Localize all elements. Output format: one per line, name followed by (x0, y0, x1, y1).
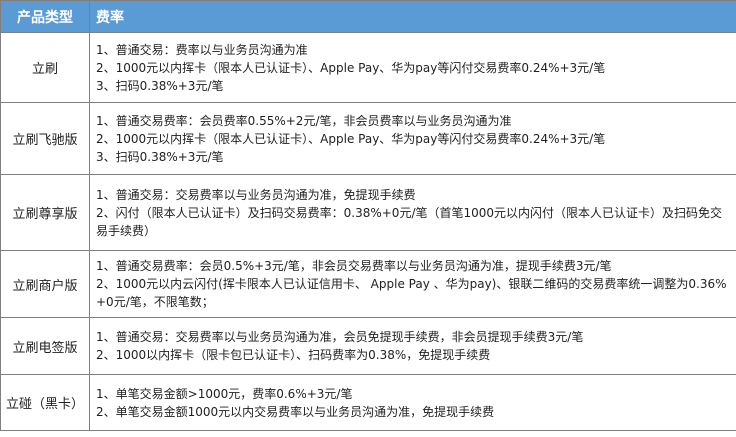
rate-cell: 1、普通交易：交易费率以与业务员沟通为准，免提现手续费 2、闪付（限本人已认证卡… (89, 174, 736, 251)
product-name: 立刷飞驰版 (0, 102, 90, 175)
rate-line: 1、普通交易：交易费率以与业务员沟通为准，会员免提现手续费，非会员提现手续费3元… (96, 330, 584, 344)
product-name: 立碰（黑卡） (0, 374, 90, 431)
header-row: 产品类型 费率 (0, 0, 736, 33)
rate-line: 1、单笔交易金额>1000元，费率0.6%+3元/笔 (96, 386, 353, 401)
rate-line: 2、1000以内挥卡（限卡包已认证卡）、扫码费率为0.38%，免提现手续费 (96, 348, 491, 362)
rate-line: 2、1000元以内云闪付(挥卡限本人已认证信用卡、 Apple Pay 、华为p… (96, 277, 727, 309)
table-row: 立碰（黑卡） 1、单笔交易金额>1000元，费率0.6%+3元/笔 2、单笔交易… (0, 374, 736, 431)
table-row: 立刷飞驰版 1、普通交易费率：会员费率0.55%+2元/笔，非会员费率以与业务员… (0, 102, 736, 175)
header-product-type: 产品类型 (0, 0, 90, 33)
rate-table: 产品类型 费率 立刷 1、普通交易：费率以与业务员沟通为准 2、1000元以内挥… (0, 0, 736, 431)
rate-line: 1、普通交易费率：会员费率0.55%+2元/笔，非会员费率以与业务员沟通为准 (96, 113, 512, 128)
table-row: 立刷电签版 1、普通交易：交易费率以与业务员沟通为准，会员免提现手续费，非会员提… (0, 317, 736, 375)
table-row: 立刷尊享版 1、普通交易：交易费率以与业务员沟通为准，免提现手续费 2、闪付（限… (0, 174, 736, 251)
product-name: 立刷尊享版 (0, 174, 90, 251)
rate-line: 1、普通交易：费率以与业务员沟通为准 (96, 42, 308, 57)
product-name: 立刷商户版 (0, 250, 90, 318)
table-row: 立刷商户版 1、普通交易费率：会员0.5%+3元/笔，非会员交易费率以与业务员沟… (0, 250, 736, 318)
rate-line: 1、普通交易费率：会员0.5%+3元/笔，非会员交易费率以与业务员沟通为准，提现… (96, 259, 612, 273)
product-name: 立刷电签版 (0, 317, 90, 375)
rate-cell: 1、普通交易：交易费率以与业务员沟通为准，会员免提现手续费，非会员提现手续费3元… (89, 317, 736, 375)
header-rate: 费率 (89, 0, 736, 33)
rate-cell: 1、单笔交易金额>1000元，费率0.6%+3元/笔 2、单笔交易金额1000元… (89, 374, 736, 431)
rate-line: 3、扫码0.38%+3元/笔 (96, 78, 224, 93)
rate-line: 2、1000元以内挥卡（限本人已认证卡）、Apple Pay、华为pay等闪付交… (96, 60, 606, 75)
rate-line: 3、扫码0.38%+3元/笔 (96, 149, 224, 164)
rate-cell: 1、普通交易：费率以与业务员沟通为准 2、1000元以内挥卡（限本人已认证卡）、… (89, 32, 736, 103)
rate-line: 1、普通交易：交易费率以与业务员沟通为准，免提现手续费 (96, 187, 416, 202)
rate-cell: 1、普通交易费率：会员费率0.55%+2元/笔，非会员费率以与业务员沟通为准 2… (89, 102, 736, 175)
rate-line: 2、单笔交易金额1000元以内交易费率以与业务员沟通为准，免提现手续费 (96, 404, 495, 419)
rate-line: 2、闪付（限本人已认证卡）及扫码交易费率：0.38%+0元/笔（首笔1000元以… (96, 205, 723, 238)
product-name: 立刷 (0, 32, 90, 103)
table-row: 立刷 1、普通交易：费率以与业务员沟通为准 2、1000元以内挥卡（限本人已认证… (0, 32, 736, 103)
rate-cell: 1、普通交易费率：会员0.5%+3元/笔，非会员交易费率以与业务员沟通为准，提现… (89, 250, 736, 318)
rate-line: 2、1000元以内挥卡（限本人已认证卡）、Apple Pay、华为pay等闪付交… (96, 131, 606, 146)
